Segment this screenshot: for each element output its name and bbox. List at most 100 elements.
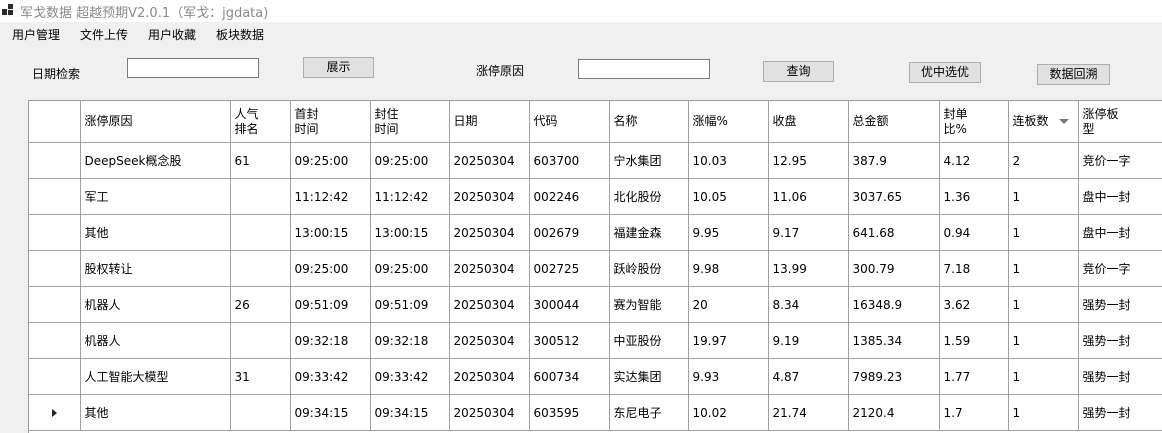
cell-first-seal-time[interactable]: 09:25:00 [290, 250, 371, 287]
cell-change-pct[interactable]: 10.02 [688, 394, 769, 431]
row-header[interactable] [29, 322, 81, 359]
row-header[interactable] [29, 142, 81, 179]
cell-first-seal-time[interactable]: 09:51:09 [290, 286, 371, 323]
cell-name[interactable]: 东尼电子 [609, 394, 689, 431]
query-button[interactable]: 查询 [763, 61, 834, 82]
cell-change-pct[interactable]: 9.98 [688, 250, 769, 287]
cell-seal-ratio[interactable]: 7.18 [939, 250, 1009, 287]
column-header-code[interactable]: 代码 [529, 101, 610, 143]
row-header[interactable] [29, 286, 81, 323]
row-header[interactable] [29, 358, 81, 395]
column-header-first-seal-time[interactable]: 首封时间 [290, 101, 371, 143]
cell-seal-ratio[interactable]: 4.12 [939, 142, 1009, 179]
data-backtrack-button[interactable]: 数据回溯 [1037, 64, 1110, 85]
cell-code[interactable]: 300044 [529, 286, 610, 323]
cell-seal-ratio[interactable]: 1.77 [939, 358, 1009, 395]
cell-change-pct[interactable]: 9.93 [688, 358, 769, 395]
cell-date[interactable]: 20250304 [449, 142, 530, 179]
cell-board-type[interactable]: 强势一封 [1078, 322, 1162, 359]
cell-first-seal-time[interactable]: 09:25:00 [290, 142, 371, 179]
cell-popularity[interactable] [230, 394, 291, 431]
cell-code[interactable]: 002725 [529, 250, 610, 287]
cell-code[interactable]: 002246 [529, 178, 610, 215]
cell-total-amount[interactable]: 3037.65 [848, 178, 940, 215]
limit-reason-input[interactable] [578, 59, 710, 79]
cell-consecutive-boards[interactable]: 1 [1008, 286, 1079, 323]
cell-consecutive-boards[interactable]: 1 [1008, 322, 1079, 359]
column-header-seal-ratio[interactable]: 封单比% [939, 101, 1009, 143]
cell-consecutive-boards[interactable]: 1 [1008, 178, 1079, 215]
table-row[interactable]: 机器人 09:32:18 09:32:18 20250304 300512 中亚股份 19.… [29, 322, 1162, 359]
cell-code[interactable]: 603595 [529, 394, 610, 431]
column-header-board-type[interactable]: 涨停板型 [1078, 101, 1162, 143]
cell-consecutive-boards[interactable]: 1 [1008, 394, 1079, 431]
cell-name[interactable]: 中亚股份 [609, 322, 689, 359]
cell-date[interactable]: 20250304 [449, 358, 530, 395]
cell-sealed-time[interactable]: 09:51:09 [370, 286, 450, 323]
cell-close[interactable]: 4.87 [768, 358, 849, 395]
cell-total-amount[interactable]: 300.79 [848, 250, 940, 287]
cell-consecutive-boards[interactable]: 1 [1008, 214, 1079, 251]
cell-close[interactable]: 9.17 [768, 214, 849, 251]
cell-first-seal-time[interactable]: 09:33:42 [290, 358, 371, 395]
cell-board-type[interactable]: 竞价一字 [1078, 250, 1162, 287]
cell-first-seal-time[interactable]: 09:32:18 [290, 322, 371, 359]
cell-close[interactable]: 11.06 [768, 178, 849, 215]
cell-board-type[interactable]: 强势一封 [1078, 286, 1162, 323]
cell-seal-ratio[interactable]: 0.94 [939, 214, 1009, 251]
cell-total-amount[interactable]: 1385.34 [848, 322, 940, 359]
column-header-name[interactable]: 名称 [609, 101, 689, 143]
row-header[interactable] [29, 394, 81, 431]
cell-first-seal-time[interactable]: 11:12:42 [290, 178, 371, 215]
cell-reason[interactable]: 股权转让 [80, 250, 231, 287]
cell-board-type[interactable]: 竞价一字 [1078, 142, 1162, 179]
cell-popularity[interactable] [230, 178, 291, 215]
cell-close[interactable]: 8.34 [768, 286, 849, 323]
cell-board-type[interactable]: 盘中一封 [1078, 178, 1162, 215]
cell-sealed-time[interactable]: 13:00:15 [370, 214, 450, 251]
cell-date[interactable]: 20250304 [449, 394, 530, 431]
cell-consecutive-boards[interactable]: 1 [1008, 250, 1079, 287]
table-row[interactable]: DeepSeek概念股 61 09:25:00 09:25:00 20250304 603… [29, 142, 1162, 179]
column-header-consecutive-boards[interactable]: 连板数 [1008, 101, 1079, 143]
table-row[interactable]: 军工 11:12:42 11:12:42 20250304 002246 北化股份 10.0… [29, 178, 1162, 215]
cell-consecutive-boards[interactable]: 1 [1008, 358, 1079, 395]
cell-change-pct[interactable]: 10.05 [688, 178, 769, 215]
cell-seal-ratio[interactable]: 3.62 [939, 286, 1009, 323]
column-header-sealed-time[interactable]: 封住时间 [370, 101, 450, 143]
column-header-change-pct[interactable]: 涨幅% [688, 101, 769, 143]
cell-close[interactable]: 13.99 [768, 250, 849, 287]
cell-total-amount[interactable]: 641.68 [848, 214, 940, 251]
table-row[interactable]: 其他 13:00:15 13:00:15 20250304 002679 福建金森 9.95… [29, 214, 1162, 251]
menu-sector-data[interactable]: 板块数据 [216, 26, 264, 43]
cell-consecutive-boards[interactable]: 2 [1008, 142, 1079, 179]
cell-popularity[interactable]: 31 [230, 358, 291, 395]
cell-date[interactable]: 20250304 [449, 178, 530, 215]
cell-change-pct[interactable]: 19.97 [688, 322, 769, 359]
cell-board-type[interactable]: 盘中一封 [1078, 214, 1162, 251]
cell-seal-ratio[interactable]: 1.36 [939, 178, 1009, 215]
table-row[interactable]: 机器人 26 09:51:09 09:51:09 20250304 300044 赛为智能 2… [29, 286, 1162, 323]
table-row[interactable]: 股权转让 09:25:00 09:25:00 20250304 002725 跃岭股份 9.… [29, 250, 1162, 287]
cell-reason[interactable]: 人工智能大模型 [80, 358, 231, 395]
cell-sealed-time[interactable]: 09:25:00 [370, 142, 450, 179]
cell-reason[interactable]: 其他 [80, 214, 231, 251]
pick-best-button[interactable]: 优中选优 [909, 62, 981, 83]
menu-user-management[interactable]: 用户管理 [12, 26, 60, 43]
column-header-close[interactable]: 收盘 [768, 101, 849, 143]
cell-popularity[interactable]: 26 [230, 286, 291, 323]
table-row[interactable]: 其他 09:34:15 09:34:15 20250304 603595 东尼电子 10.0… [29, 394, 1162, 431]
cell-total-amount[interactable]: 16348.9 [848, 286, 940, 323]
show-button[interactable]: 展示 [303, 57, 374, 78]
cell-date[interactable]: 20250304 [449, 214, 530, 251]
cell-total-amount[interactable]: 2120.4 [848, 394, 940, 431]
column-header-total-amount[interactable]: 总金额 [848, 101, 940, 143]
cell-popularity[interactable]: 61 [230, 142, 291, 179]
cell-change-pct[interactable]: 9.95 [688, 214, 769, 251]
cell-code[interactable]: 002679 [529, 214, 610, 251]
cell-sealed-time[interactable]: 09:32:18 [370, 322, 450, 359]
cell-reason[interactable]: 其他 [80, 394, 231, 431]
cell-close[interactable]: 9.19 [768, 322, 849, 359]
column-header-popularity[interactable]: 人气排名 [230, 101, 291, 143]
table-row[interactable]: 人工智能大模型 31 09:33:42 09:33:42 20250304 600734 实… [29, 358, 1162, 395]
